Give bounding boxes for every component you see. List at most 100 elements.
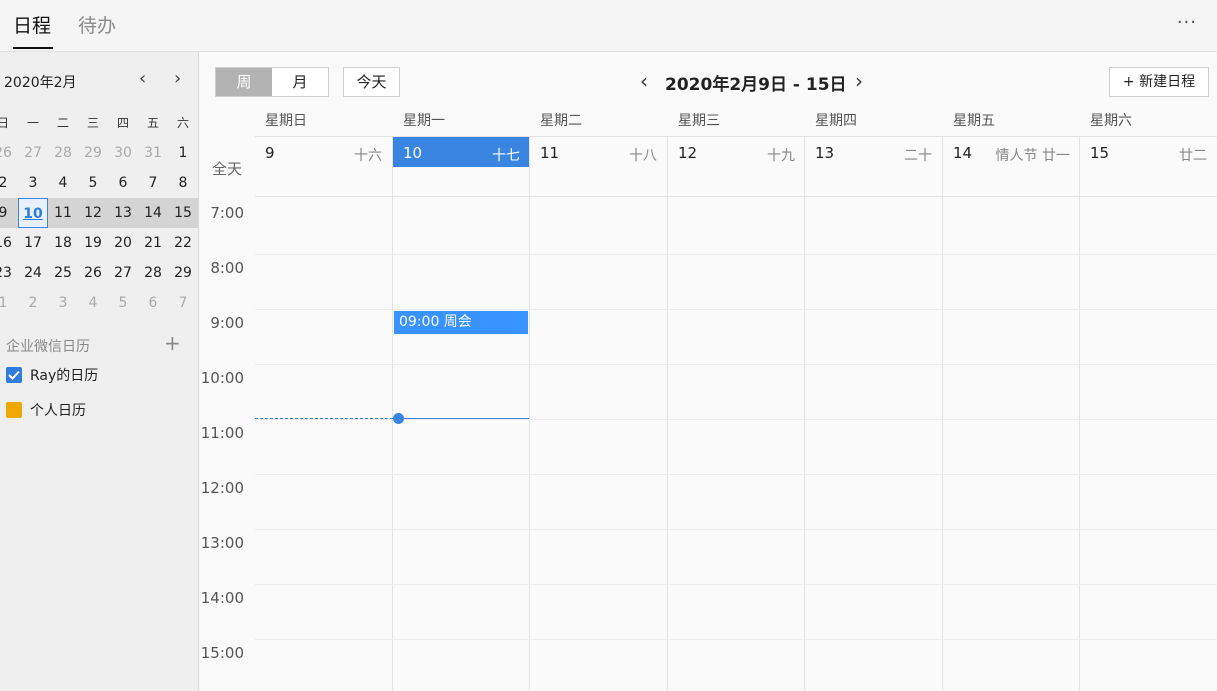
mini-day[interactable]: 3 (18, 168, 48, 198)
current-time-dot (393, 413, 404, 424)
mini-day[interactable]: 7 (168, 288, 198, 318)
mini-weekday: 日 (0, 108, 18, 138)
checkbox-checked-icon[interactable] (6, 367, 22, 383)
mini-day[interactable]: 26 (78, 258, 108, 288)
mini-day[interactable]: 2 (0, 168, 18, 198)
day-header-cell[interactable]: 9 十六 (255, 137, 392, 167)
event-weekly-meeting[interactable]: 09:00 周会 (394, 311, 528, 334)
hour-label: 13:00 (200, 534, 244, 552)
hour-line (255, 639, 1217, 640)
mini-day[interactable]: 28 (138, 258, 168, 288)
mini-day[interactable]: 7 (138, 168, 168, 198)
mini-day[interactable]: 11 (48, 198, 78, 228)
calendar-color-swatch[interactable] (6, 402, 22, 418)
mini-day-today[interactable]: 10 (18, 198, 48, 228)
mini-day[interactable]: 20 (108, 228, 138, 258)
current-time-dashed-line (255, 418, 393, 419)
hour-line (255, 309, 1217, 310)
mini-week-row: 23 24 25 26 27 28 29 (0, 258, 198, 288)
mini-day[interactable]: 14 (138, 198, 168, 228)
calendar-item-label: 个人日历 (30, 403, 86, 419)
more-icon[interactable]: ··· (1177, 12, 1197, 33)
hour-label: 10:00 (200, 369, 244, 387)
mini-week-row: 16 17 18 19 20 21 22 (0, 228, 198, 258)
weekday-header: 星期四 (815, 113, 857, 129)
day-header-cell[interactable]: 13 二十 (805, 137, 942, 167)
day-header-cell[interactable]: 14 情人节 廿一 (943, 137, 1080, 167)
mini-day[interactable]: 29 (78, 138, 108, 168)
view-month-button[interactable]: 月 (272, 68, 328, 96)
mini-day[interactable]: 2 (18, 288, 48, 318)
next-week-icon[interactable]: › (855, 69, 863, 93)
view-week-button[interactable]: 周 (216, 68, 272, 96)
tab-todo[interactable]: 待办 (78, 13, 116, 39)
day-header-cell[interactable]: 15 廿二 (1080, 137, 1217, 167)
mini-week-row: 26 27 28 29 30 31 1 (0, 138, 198, 168)
day-header-cell-today[interactable]: 10 十七 (393, 137, 530, 167)
lunar-date: 十九 (767, 148, 795, 164)
column-divider (942, 136, 943, 691)
mini-day[interactable]: 25 (48, 258, 78, 288)
mini-day[interactable]: 1 (168, 138, 198, 168)
hour-label: 12:00 (200, 479, 244, 497)
mini-next-month-icon[interactable]: › (174, 68, 181, 89)
hour-label: 11:00 (200, 424, 244, 442)
mini-day[interactable]: 18 (48, 228, 78, 258)
mini-day[interactable]: 8 (168, 168, 198, 198)
mini-day[interactable]: 5 (108, 288, 138, 318)
mini-day[interactable]: 12 (78, 198, 108, 228)
day-number: 14 (953, 144, 973, 162)
day-header-cell[interactable]: 12 十九 (668, 137, 805, 167)
today-button[interactable]: 今天 (343, 67, 400, 97)
mini-day[interactable]: 4 (48, 168, 78, 198)
calendar-item-ray[interactable]: Ray的日历 (6, 365, 98, 385)
mini-day[interactable]: 5 (78, 168, 108, 198)
prev-week-icon[interactable]: ‹ (640, 69, 648, 93)
mini-day[interactable]: 17 (18, 228, 48, 258)
plus-icon: + (1122, 74, 1140, 90)
hour-label: 15:00 (200, 644, 244, 662)
calendar-item-personal[interactable]: 个人日历 (6, 400, 86, 420)
hour-label: 7:00 (210, 204, 244, 222)
mini-day[interactable]: 9 (0, 198, 18, 228)
mini-day[interactable]: 6 (108, 168, 138, 198)
mini-day[interactable]: 27 (18, 138, 48, 168)
lunar-date: 二十 (904, 148, 932, 164)
day-number: 11 (540, 144, 560, 162)
mini-day[interactable]: 6 (138, 288, 168, 318)
mini-day[interactable]: 15 (168, 198, 198, 228)
new-event-button[interactable]: + 新建日程 (1109, 67, 1209, 97)
mini-day[interactable]: 19 (78, 228, 108, 258)
day-number: 9 (265, 144, 275, 162)
mini-day[interactable]: 28 (48, 138, 78, 168)
column-divider (667, 136, 668, 691)
mini-day[interactable]: 24 (18, 258, 48, 288)
mini-day[interactable]: 31 (138, 138, 168, 168)
mini-day[interactable]: 27 (108, 258, 138, 288)
mini-prev-month-icon[interactable]: ‹ (139, 68, 146, 89)
mini-day[interactable]: 21 (138, 228, 168, 258)
new-event-label: 新建日程 (1139, 74, 1196, 90)
mini-day[interactable]: 1 (0, 288, 18, 318)
column-divider (804, 136, 805, 691)
mini-day[interactable]: 3 (48, 288, 78, 318)
add-calendar-icon[interactable]: + (164, 331, 181, 355)
mini-day[interactable]: 16 (0, 228, 18, 258)
mini-day[interactable]: 13 (108, 198, 138, 228)
mini-day[interactable]: 29 (168, 258, 198, 288)
lunar-date: 十六 (354, 148, 382, 164)
view-switch: 周 月 (215, 67, 329, 97)
mini-day[interactable]: 26 (0, 138, 18, 168)
mini-day[interactable]: 4 (78, 288, 108, 318)
active-tab-indicator (13, 47, 53, 49)
tab-schedule[interactable]: 日程 (13, 13, 51, 39)
mini-day[interactable]: 22 (168, 228, 198, 258)
mini-day[interactable]: 30 (108, 138, 138, 168)
mini-weekday: 一 (26, 116, 39, 130)
weekday-header: 星期日 (265, 113, 307, 129)
day-header-cell[interactable]: 11 十八 (530, 137, 667, 167)
mini-weekday: 六 (176, 116, 189, 130)
day-number: 13 (815, 144, 835, 162)
mini-day[interactable]: 23 (0, 258, 18, 288)
lunar-date: 情人节 廿一 (995, 148, 1070, 164)
